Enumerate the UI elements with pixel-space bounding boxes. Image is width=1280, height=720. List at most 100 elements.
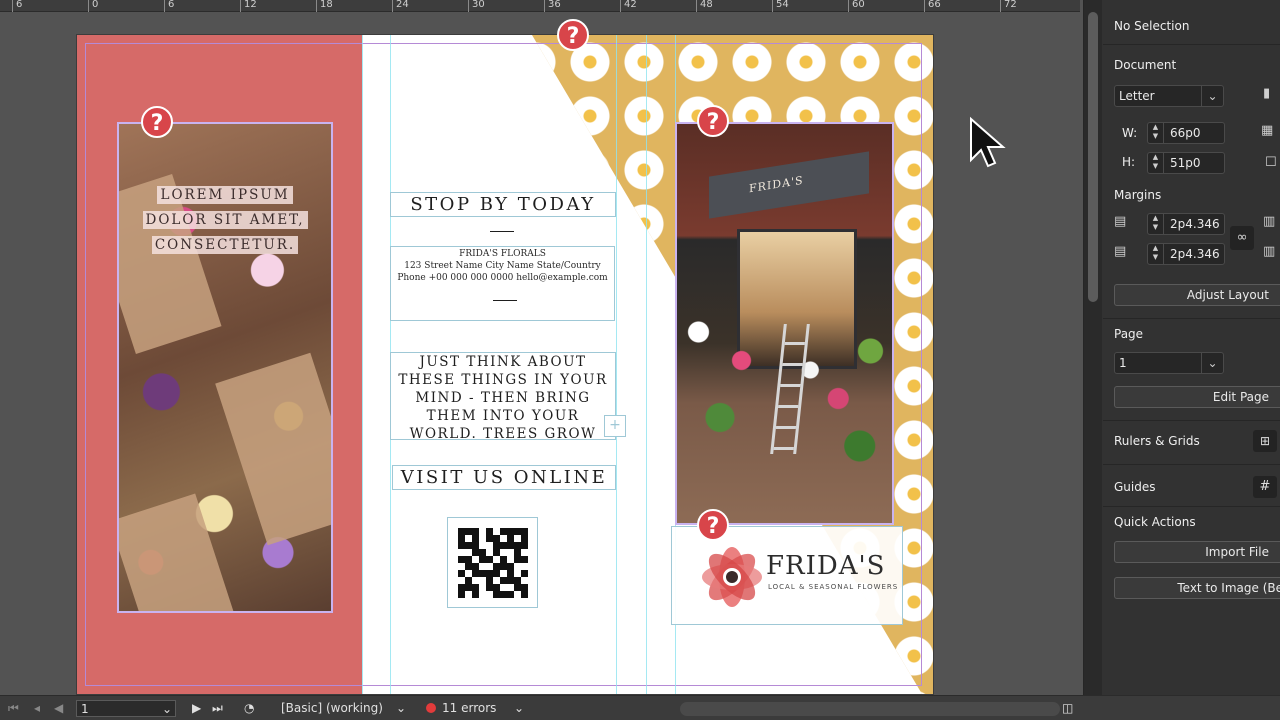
page-dropdown[interactable]: 1 ⌄: [1114, 352, 1224, 374]
qr-module: [500, 563, 507, 570]
qr-module: [472, 549, 479, 556]
qr-module: [458, 584, 465, 591]
error-marker-icon[interactable]: ?: [697, 509, 729, 541]
previous-page-icon[interactable]: ◀: [54, 700, 63, 717]
scrollbar-thumb[interactable]: [1088, 12, 1098, 302]
ruler-tick-label: 72: [1004, 0, 1017, 10]
ruler-tick: 72: [1000, 0, 1017, 12]
qr-module: [465, 549, 472, 556]
ruler-tick-label: 6: [16, 0, 23, 10]
stop-by-heading[interactable]: STOP BY TODAY: [390, 192, 616, 217]
ruler-tick: 30: [468, 0, 485, 12]
width-stepper[interactable]: ▲ ▼: [1148, 123, 1164, 143]
ruler-tick-label: 6: [168, 0, 175, 10]
lorem-text-frame[interactable]: LOREM IPSUM DOLOR SIT AMET, CONSECTETUR.: [137, 183, 313, 258]
checkbox-icon[interactable]: ☐: [1265, 155, 1277, 170]
margin-right-icon: ▥: [1263, 244, 1276, 259]
qr-module: [493, 577, 500, 584]
margin-top-stepper[interactable]: ▲ ▼: [1148, 214, 1164, 234]
column-guide[interactable]: [646, 35, 647, 694]
column-guide[interactable]: [616, 35, 617, 694]
qr-module: [521, 577, 528, 584]
qr-module: [514, 570, 521, 577]
height-stepper[interactable]: ▲ ▼: [1148, 153, 1164, 173]
horizontal-ruler[interactable]: 6 0 6 12 18 24 30 36 42 48 54 60 66 72: [0, 0, 1080, 12]
body-text-frame[interactable]: JUST THINK ABOUT THESE THINGS IN YOUR MI…: [390, 352, 616, 440]
qr-module: [493, 535, 500, 542]
rulers-icon[interactable]: ⊞: [1253, 430, 1277, 452]
split-view-icon[interactable]: ◫: [1062, 700, 1073, 717]
page-number-field[interactable]: 1 ⌄: [76, 700, 176, 717]
link-margins-icon[interactable]: ∞: [1230, 226, 1254, 250]
qr-module: [472, 556, 479, 563]
text-to-image-button[interactable]: Text to Image (Be: [1114, 577, 1280, 599]
ruler-tick-label: 36: [548, 0, 561, 10]
divider: [1103, 318, 1280, 319]
qr-module: [479, 591, 486, 598]
qr-module: [507, 570, 514, 577]
ruler-tick: 66: [924, 0, 941, 12]
ruler-tick: 12: [240, 0, 257, 12]
width-field[interactable]: ▲ ▼ 66p0: [1147, 122, 1225, 144]
preflight-errors[interactable]: 11 errors: [426, 700, 496, 717]
panel-scrollbar[interactable]: [1084, 0, 1102, 695]
logo-frame[interactable]: FRIDA'S LOCAL & SEASONAL FLOWERS: [671, 526, 903, 625]
margins-section-title: Margins: [1114, 188, 1162, 202]
import-file-button[interactable]: Import File: [1114, 541, 1280, 563]
height-label: H:: [1122, 155, 1136, 169]
qr-module: [514, 528, 521, 535]
error-marker-icon[interactable]: ?: [141, 106, 173, 138]
qr-module: [514, 577, 521, 584]
facing-pages-icon[interactable]: ▦: [1261, 123, 1273, 138]
page-dropdown-value: 1: [1119, 356, 1127, 370]
previous-spread-icon[interactable]: ◂: [34, 700, 40, 717]
qr-module: [507, 528, 514, 535]
divider-line: [493, 300, 517, 301]
chevron-down-icon[interactable]: ⌄: [514, 700, 524, 717]
qr-module: [500, 549, 507, 556]
edit-page-button[interactable]: Edit Page: [1114, 386, 1280, 408]
overset-text-icon[interactable]: +: [604, 415, 626, 437]
brochure-spread[interactable]: LOREM IPSUM DOLOR SIT AMET, CONSECTETUR.…: [77, 35, 933, 694]
ruler-tick-label: 30: [472, 0, 485, 10]
margin-bottom-stepper[interactable]: ▲ ▼: [1148, 244, 1164, 264]
qr-module: [479, 549, 486, 556]
page-size-dropdown[interactable]: Letter ⌄: [1114, 85, 1224, 107]
photo-detail: [119, 493, 239, 611]
width-value: 66p0: [1170, 126, 1201, 140]
status-bar: ⏮ ◂ ◀ 1 ⌄ ▶ ⏭ ◔ [Basic] (working) ⌄ 11 e…: [0, 695, 1280, 720]
margin-bottom-field[interactable]: ▲ ▼ 2p4.346: [1147, 243, 1225, 265]
next-page-icon[interactable]: ▶: [192, 700, 201, 717]
document-section-title: Document: [1114, 58, 1177, 72]
preflight-profile-icon[interactable]: ◔: [244, 700, 254, 717]
adjust-layout-button[interactable]: Adjust Layout: [1114, 284, 1280, 306]
margin-top-field[interactable]: ▲ ▼ 2p4.346: [1147, 213, 1225, 235]
margin-top-value: 2p4.346: [1170, 217, 1220, 231]
quick-actions-title: Quick Actions: [1114, 515, 1196, 529]
chevron-down-icon[interactable]: ⌄: [396, 700, 406, 717]
qr-module: [479, 535, 486, 542]
error-marker-icon[interactable]: ?: [697, 105, 729, 137]
ruler-tick: 60: [848, 0, 865, 12]
qr-module: [472, 535, 479, 542]
photo-detail: [215, 352, 331, 546]
first-page-icon[interactable]: ⏮: [8, 700, 19, 717]
divider: [1103, 506, 1280, 507]
horizontal-scrollbar[interactable]: [680, 702, 1060, 716]
orientation-portrait-icon[interactable]: ▮: [1263, 86, 1270, 101]
column-guide[interactable]: [362, 35, 363, 694]
preflight-profile[interactable]: [Basic] (working): [281, 700, 383, 717]
qr-code-frame[interactable]: [447, 517, 538, 608]
ruler-tick-label: 0: [92, 0, 99, 10]
visit-online-heading[interactable]: VISIT US ONLINE: [392, 465, 616, 490]
guides-icon[interactable]: #: [1253, 476, 1277, 498]
last-page-icon[interactable]: ⏭: [212, 700, 223, 717]
qr-module: [486, 570, 493, 577]
qr-module: [479, 577, 486, 584]
height-field[interactable]: ▲ ▼ 51p0: [1147, 152, 1225, 174]
error-marker-icon[interactable]: ?: [557, 19, 589, 51]
qr-module: [507, 577, 514, 584]
chevron-down-icon: ⌄: [1201, 86, 1223, 106]
ruler-tick: 6: [12, 0, 22, 12]
flower-shop-photo-frame[interactable]: FRIDA'S: [675, 122, 894, 525]
